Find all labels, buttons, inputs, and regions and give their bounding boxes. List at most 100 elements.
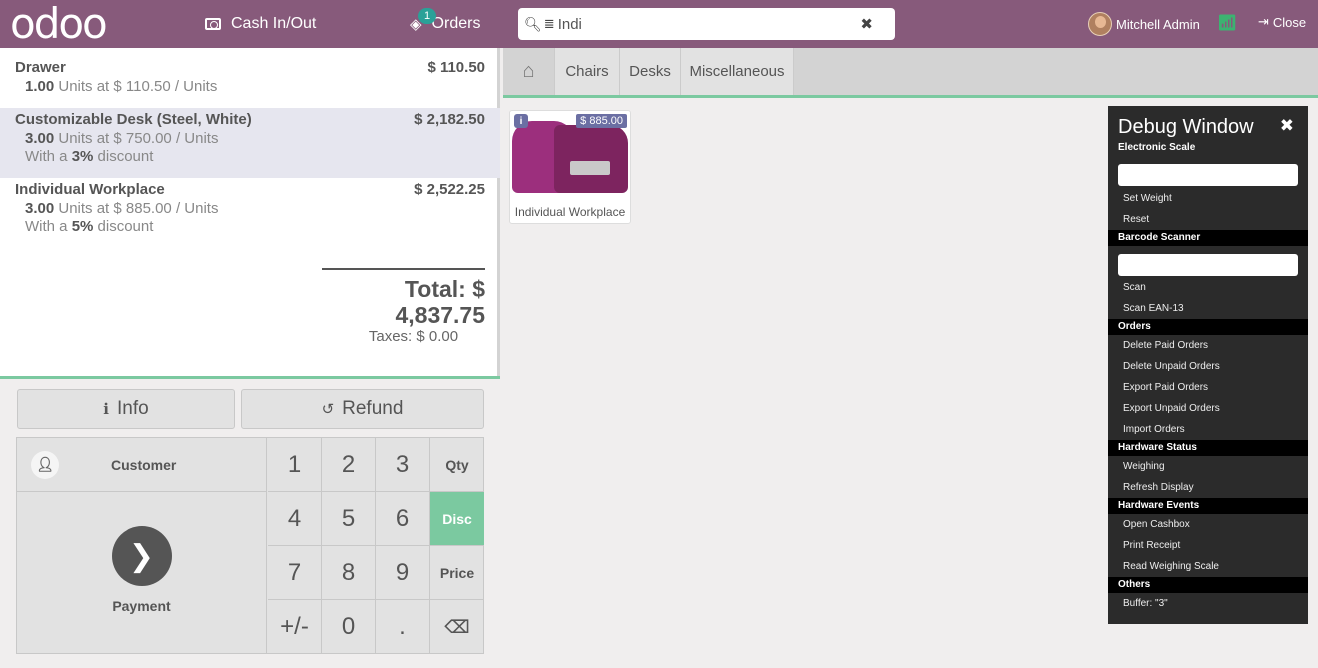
category-chairs[interactable]: Chairs: [555, 48, 620, 95]
print-receipt-button[interactable]: Print Receipt: [1108, 535, 1308, 556]
open-cashbox-button[interactable]: Open Cashbox: [1108, 514, 1308, 535]
user-menu[interactable]: Mitchell Admin: [1088, 12, 1200, 36]
numpad-key-1[interactable]: 1: [268, 438, 322, 492]
debug-section-scale: Electronic Scale: [1118, 142, 1196, 153]
mode-qty-button[interactable]: Qty: [430, 438, 484, 492]
product-image-shape: [570, 161, 610, 175]
numpad-key-5[interactable]: 5: [322, 492, 376, 546]
barcode-input[interactable]: [1118, 254, 1298, 276]
debug-title: Debug Window: [1118, 116, 1254, 138]
orderline[interactable]: Drawer $ 110.50 1.00 Units at $ 110.50 /…: [0, 58, 500, 110]
avatar: [1088, 12, 1112, 36]
info-icon: ℹ: [103, 401, 109, 418]
payment-label: Payment: [112, 598, 171, 614]
read-weighing-scale-button[interactable]: Read Weighing Scale: [1108, 556, 1308, 577]
info-label: Info: [117, 398, 149, 419]
orders-count-badge: 1: [418, 8, 437, 24]
top-bar: odoo Cash In/Out ◈ Orders 1 🔍︎ ≣ Indi ✖ …: [0, 0, 1318, 48]
orderline-discount: With a 3% discount: [25, 148, 154, 165]
numpad-key-decimal[interactable]: .: [376, 600, 430, 654]
cash-in-out-button[interactable]: Cash In/Out: [205, 0, 316, 48]
orderline-info: 3.00 Units at $ 750.00 / Units: [25, 130, 219, 147]
set-weight-button[interactable]: Set Weight: [1108, 188, 1308, 209]
orderline-discount: With a 5% discount: [25, 218, 154, 235]
chevron-right-icon: ❯: [111, 526, 172, 586]
search-icon: 🔍︎: [524, 15, 542, 32]
product-info-icon[interactable]: i: [514, 114, 528, 128]
delete-unpaid-orders-button[interactable]: Delete Unpaid Orders: [1108, 356, 1308, 377]
order-total: Total: $ 4,837.75: [395, 276, 485, 328]
buffer-readout: Buffer: "3": [1123, 598, 1168, 609]
category-bar: ⌂ Chairs Desks Miscellaneous: [503, 48, 1318, 98]
order-summary: Total: $ 4,837.75 Taxes: $ 0.00: [322, 268, 485, 345]
order-lines: Drawer $ 110.50 1.00 Units at $ 110.50 /…: [0, 48, 500, 376]
reset-button[interactable]: Reset: [1108, 209, 1308, 230]
control-panel: ℹ Info ↺ Refund 👤︎ Customer ❯ Payment 1 …: [0, 376, 500, 668]
cash-in-out-label: Cash In/Out: [231, 15, 317, 32]
odoo-logo: odoo: [10, 0, 108, 48]
orderline-selected[interactable]: Customizable Desk (Steel, White) $ 2,182…: [0, 108, 500, 178]
numpad-key-2[interactable]: 2: [322, 438, 376, 492]
backspace-button[interactable]: ⌫: [430, 600, 484, 654]
payment-button[interactable]: ❯ Payment: [17, 492, 267, 654]
orderline-name: Drawer: [15, 59, 66, 76]
orders-button[interactable]: ◈ Orders: [410, 0, 480, 48]
debug-section-barcode: Barcode Scanner: [1108, 230, 1308, 246]
category-miscellaneous[interactable]: Miscellaneous: [681, 48, 794, 95]
orderline-info: 1.00 Units at $ 110.50 / Units: [25, 78, 218, 95]
wifi-icon[interactable]: 📶︎: [1217, 13, 1237, 33]
debug-section-hardware-events: Hardware Events: [1108, 498, 1308, 514]
mode-disc-button[interactable]: Disc: [430, 492, 484, 546]
home-icon: ⌂: [522, 60, 535, 82]
user-name: Mitchell Admin: [1116, 16, 1200, 32]
product-search-bar[interactable]: 🔍︎ ≣ Indi ✖: [518, 8, 895, 40]
debug-window: Debug Window ✖ Electronic Scale Set Weig…: [1108, 106, 1308, 624]
numpad-key-8[interactable]: 8: [322, 546, 376, 600]
numpad-key-0[interactable]: 0: [322, 600, 376, 654]
sign-out-icon: ⇥: [1258, 14, 1269, 29]
order-pane: Drawer $ 110.50 1.00 Units at $ 110.50 /…: [0, 48, 500, 668]
weighing-button[interactable]: Weighing: [1108, 456, 1308, 477]
product-price-tag: $ 885.00: [576, 114, 627, 128]
home-category-button[interactable]: ⌂: [503, 48, 555, 95]
scan-ean13-button[interactable]: Scan EAN-13: [1108, 298, 1308, 319]
export-paid-orders-button[interactable]: Export Paid Orders: [1108, 377, 1308, 398]
debug-section-hardware-status: Hardware Status: [1108, 440, 1308, 456]
export-unpaid-orders-button[interactable]: Export Unpaid Orders: [1108, 398, 1308, 419]
close-button[interactable]: ⇥ Close: [1258, 14, 1306, 30]
mode-price-button[interactable]: Price: [430, 546, 484, 600]
numpad-key-9[interactable]: 9: [376, 546, 430, 600]
orderline-price: $ 2,182.50: [414, 111, 485, 128]
search-input[interactable]: Indi: [558, 16, 582, 33]
order-taxes: Taxes: $ 0.00: [368, 328, 459, 345]
delete-paid-orders-button[interactable]: Delete Paid Orders: [1108, 335, 1308, 356]
numpad-key-plus-minus[interactable]: +/-: [268, 600, 322, 654]
info-button[interactable]: ℹ Info: [17, 389, 235, 429]
close-label: Close: [1272, 14, 1307, 30]
close-icon[interactable]: ✖: [1280, 116, 1294, 136]
database-icon: ≣: [543, 16, 555, 31]
orderline-price: $ 110.50: [427, 59, 485, 76]
orderline[interactable]: Individual Workplace $ 2,522.25 3.00 Uni…: [0, 180, 500, 246]
clear-search-icon[interactable]: ✖: [860, 15, 873, 33]
numpad-key-3[interactable]: 3: [376, 438, 430, 492]
numpad: 👤︎ Customer ❯ Payment 1 2 3 Qty 4 5 6 Di…: [16, 437, 484, 654]
category-desks[interactable]: Desks: [620, 48, 681, 95]
product-name: Individual Workplace: [514, 205, 626, 219]
refund-button[interactable]: ↺ Refund: [241, 389, 484, 429]
refund-label: Refund: [342, 398, 404, 419]
product-card[interactable]: i $ 885.00 Individual Workplace: [509, 110, 631, 224]
numpad-key-4[interactable]: 4: [268, 492, 322, 546]
orderline-price: $ 2,522.25: [414, 181, 485, 198]
customer-button[interactable]: 👤︎ Customer: [17, 438, 267, 492]
debug-section-orders: Orders: [1108, 319, 1308, 335]
money-icon: [205, 18, 221, 30]
refresh-display-button[interactable]: Refresh Display: [1108, 477, 1308, 498]
debug-section-others: Others: [1108, 577, 1308, 593]
import-orders-button[interactable]: Import Orders: [1108, 419, 1308, 440]
scan-button[interactable]: Scan: [1108, 277, 1308, 298]
weight-input[interactable]: [1118, 164, 1298, 186]
user-icon: 👤︎: [31, 450, 59, 479]
numpad-key-7[interactable]: 7: [268, 546, 322, 600]
numpad-key-6[interactable]: 6: [376, 492, 430, 546]
